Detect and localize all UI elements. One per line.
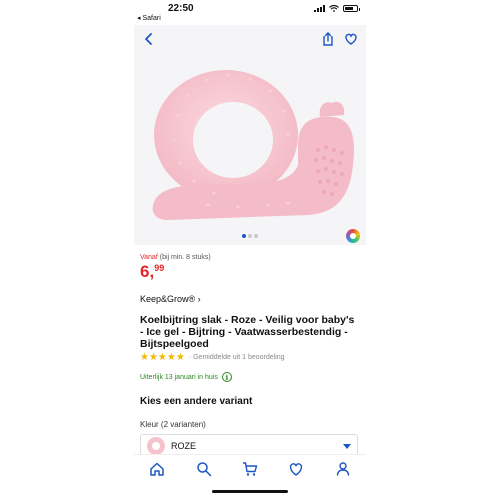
product-image-snail-teether: [152, 70, 354, 220]
heart-icon[interactable]: [344, 32, 358, 46]
user-icon: [336, 461, 349, 476]
status-bar: 22:50 ◂ Safari: [134, 0, 366, 24]
info-icon[interactable]: i: [221, 372, 232, 382]
bottom-tab-bar: [134, 454, 366, 482]
tab-home[interactable]: [148, 460, 166, 478]
cart-icon: [242, 461, 258, 476]
back-chevron-icon[interactable]: [142, 32, 156, 46]
gallery-pagination[interactable]: [242, 234, 258, 238]
price-cents: 99: [154, 263, 165, 273]
color-variant-label: Kleur (2 varianten): [140, 420, 206, 429]
home-indicator[interactable]: [212, 490, 288, 493]
back-to-safari-link[interactable]: ◂ Safari: [137, 14, 161, 22]
color-wheel-icon[interactable]: [346, 229, 360, 243]
status-icons: [314, 5, 360, 12]
price-prefix: Vanaf: [140, 254, 158, 261]
tab-cart[interactable]: [241, 460, 259, 478]
price-integer: 6,: [140, 262, 155, 281]
price-note: Vanaf (bij min. 8 stuks): [140, 254, 211, 261]
tab-account[interactable]: [334, 460, 352, 478]
tab-favorites[interactable]: [287, 460, 305, 478]
delivery-info: Uiterlijk 13 januari in huis i: [140, 372, 232, 382]
battery-icon: [343, 5, 360, 12]
gallery-dot[interactable]: [242, 234, 246, 238]
rating-row[interactable]: ★★★★★ · Gemiddelde uit 1 beoordeling: [140, 352, 285, 363]
gallery-dot[interactable]: [254, 234, 258, 238]
product-price: 6,99: [140, 262, 164, 282]
rating-summary[interactable]: · Gemiddelde uit 1 beoordeling: [189, 354, 285, 361]
selected-variant: ROZE: [171, 441, 197, 451]
status-time: 22:50: [168, 3, 194, 14]
rating-stars-icon: ★★★★★: [140, 352, 185, 363]
wifi-icon: [329, 5, 339, 12]
heart-icon: [290, 462, 303, 476]
product-title: Koelbijtring slak - Roze - Veilig voor b…: [140, 314, 355, 350]
phone-screen: 22:50 ◂ Safari Vanaf (bij min. 8 stuks) …: [134, 0, 366, 500]
share-icon[interactable]: [321, 32, 335, 46]
home-icon: [150, 462, 164, 476]
signal-icon: [314, 5, 325, 12]
color-swatch-icon: [147, 437, 165, 455]
gallery-dot[interactable]: [248, 234, 252, 238]
delivery-text: Uiterlijk 13 januari in huis: [140, 373, 218, 381]
search-icon: [196, 461, 211, 476]
price-min-qty: (bij min. 8 stuks): [159, 254, 211, 261]
brand-link[interactable]: Keep&Grow® ›: [140, 294, 201, 304]
variant-heading: Kies een andere variant: [140, 396, 253, 407]
tab-search[interactable]: [195, 460, 213, 478]
caret-down-icon: [343, 444, 351, 449]
product-gallery[interactable]: [134, 25, 366, 245]
